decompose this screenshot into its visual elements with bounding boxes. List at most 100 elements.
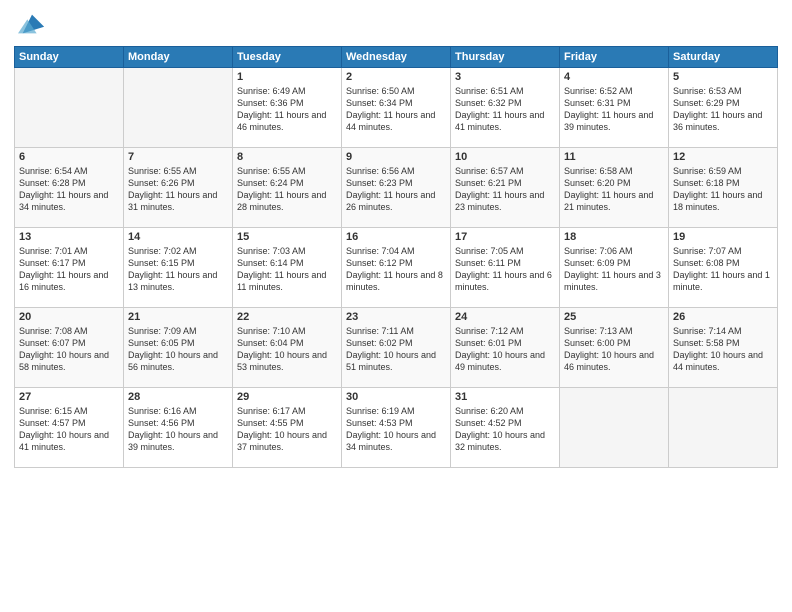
day-number: 8 [237,151,337,163]
calendar-cell: 2 Sunrise: 6:50 AMSunset: 6:34 PMDaylight… [342,68,451,148]
day-info: Sunrise: 7:12 AMSunset: 6:01 PMDaylight:… [455,325,555,374]
day-info: Sunrise: 6:19 AMSunset: 4:53 PMDaylight:… [346,405,446,454]
week-row-5: 27 Sunrise: 6:15 AMSunset: 4:57 PMDayligh… [15,388,778,468]
day-number: 9 [346,151,446,163]
calendar-cell: 12 Sunrise: 6:59 AMSunset: 6:18 PMDayligh… [669,148,778,228]
calendar-cell: 15 Sunrise: 7:03 AMSunset: 6:14 PMDayligh… [233,228,342,308]
day-info: Sunrise: 6:55 AMSunset: 6:26 PMDaylight:… [128,165,228,214]
weekday-header-row: SundayMondayTuesdayWednesdayThursdayFrid… [15,47,778,68]
day-info: Sunrise: 6:16 AMSunset: 4:56 PMDaylight:… [128,405,228,454]
day-number: 12 [673,151,773,163]
calendar-cell [669,388,778,468]
day-info: Sunrise: 7:08 AMSunset: 6:07 PMDaylight:… [19,325,119,374]
day-number: 26 [673,311,773,323]
weekday-header-sunday: Sunday [15,47,124,68]
day-info: Sunrise: 7:14 AMSunset: 5:58 PMDaylight:… [673,325,773,374]
calendar-cell: 23 Sunrise: 7:11 AMSunset: 6:02 PMDayligh… [342,308,451,388]
day-number: 31 [455,391,555,403]
logo-icon [18,10,46,38]
day-info: Sunrise: 6:59 AMSunset: 6:18 PMDaylight:… [673,165,773,214]
day-info: Sunrise: 7:11 AMSunset: 6:02 PMDaylight:… [346,325,446,374]
calendar-table: SundayMondayTuesdayWednesdayThursdayFrid… [14,46,778,468]
logo [14,10,46,38]
day-number: 14 [128,231,228,243]
day-number: 16 [346,231,446,243]
day-number: 17 [455,231,555,243]
day-number: 29 [237,391,337,403]
calendar-cell: 16 Sunrise: 7:04 AMSunset: 6:12 PMDayligh… [342,228,451,308]
day-number: 25 [564,311,664,323]
calendar-cell: 19Sunrise: 7:07 AMSunset: 6:08 PMDayligh… [669,228,778,308]
calendar-cell: 24 Sunrise: 7:12 AMSunset: 6:01 PMDayligh… [451,308,560,388]
weekday-header-wednesday: Wednesday [342,47,451,68]
day-info: Sunrise: 7:05 AMSunset: 6:11 PMDaylight:… [455,245,555,294]
day-info: Sunrise: 6:49 AMSunset: 6:36 PMDaylight:… [237,85,337,134]
day-number: 11 [564,151,664,163]
weekday-header-thursday: Thursday [451,47,560,68]
day-number: 4 [564,71,664,83]
calendar-cell: 30Sunrise: 6:19 AMSunset: 4:53 PMDayligh… [342,388,451,468]
day-info: Sunrise: 6:15 AMSunset: 4:57 PMDaylight:… [19,405,119,454]
calendar-cell: 18 Sunrise: 7:06 AMSunset: 6:09 PMDayligh… [560,228,669,308]
day-info: Sunrise: 6:50 AMSunset: 6:34 PMDaylight:… [346,85,446,134]
calendar-cell: 5 Sunrise: 6:53 AMSunset: 6:29 PMDaylight… [669,68,778,148]
weekday-header-saturday: Saturday [669,47,778,68]
calendar-cell: 28 Sunrise: 6:16 AMSunset: 4:56 PMDayligh… [124,388,233,468]
calendar-cell: 29Sunrise: 6:17 AMSunset: 4:55 PMDayligh… [233,388,342,468]
day-number: 6 [19,151,119,163]
day-number: 7 [128,151,228,163]
calendar-cell: 13Sunrise: 7:01 AMSunset: 6:17 PMDayligh… [15,228,124,308]
calendar-cell: 17 Sunrise: 7:05 AMSunset: 6:11 PMDayligh… [451,228,560,308]
day-number: 22 [237,311,337,323]
calendar-cell: 4 Sunrise: 6:52 AMSunset: 6:31 PMDaylight… [560,68,669,148]
calendar-cell: 27 Sunrise: 6:15 AMSunset: 4:57 PMDayligh… [15,388,124,468]
day-info: Sunrise: 6:57 AMSunset: 6:21 PMDaylight:… [455,165,555,214]
calendar-cell: 1Sunrise: 6:49 AMSunset: 6:36 PMDaylight… [233,68,342,148]
calendar-cell: 7 Sunrise: 6:55 AMSunset: 6:26 PMDaylight… [124,148,233,228]
week-row-3: 13Sunrise: 7:01 AMSunset: 6:17 PMDayligh… [15,228,778,308]
day-info: Sunrise: 6:53 AMSunset: 6:29 PMDaylight:… [673,85,773,134]
day-info: Sunrise: 6:56 AMSunset: 6:23 PMDaylight:… [346,165,446,214]
calendar-cell: 3 Sunrise: 6:51 AMSunset: 6:32 PMDaylight… [451,68,560,148]
day-info: Sunrise: 7:06 AMSunset: 6:09 PMDaylight:… [564,245,664,294]
day-number: 20 [19,311,119,323]
day-info: Sunrise: 7:02 AMSunset: 6:15 PMDaylight:… [128,245,228,294]
day-number: 13 [19,231,119,243]
calendar-cell: 20 Sunrise: 7:08 AMSunset: 6:07 PMDayligh… [15,308,124,388]
calendar-cell [560,388,669,468]
day-number: 24 [455,311,555,323]
day-info: Sunrise: 6:54 AMSunset: 6:28 PMDaylight:… [19,165,119,214]
day-number: 15 [237,231,337,243]
weekday-header-friday: Friday [560,47,669,68]
day-number: 27 [19,391,119,403]
week-row-2: 6 Sunrise: 6:54 AMSunset: 6:28 PMDaylight… [15,148,778,228]
calendar-cell [15,68,124,148]
day-info: Sunrise: 7:03 AMSunset: 6:14 PMDaylight:… [237,245,337,294]
calendar-cell: 21 Sunrise: 7:09 AMSunset: 6:05 PMDayligh… [124,308,233,388]
day-number: 3 [455,71,555,83]
day-number: 10 [455,151,555,163]
day-info: Sunrise: 7:09 AMSunset: 6:05 PMDaylight:… [128,325,228,374]
day-number: 28 [128,391,228,403]
day-number: 23 [346,311,446,323]
day-info: Sunrise: 7:04 AMSunset: 6:12 PMDaylight:… [346,245,446,294]
day-info: Sunrise: 6:55 AMSunset: 6:24 PMDaylight:… [237,165,337,214]
calendar-cell: 26 Sunrise: 7:14 AMSunset: 5:58 PMDayligh… [669,308,778,388]
calendar-cell: 11 Sunrise: 6:58 AMSunset: 6:20 PMDayligh… [560,148,669,228]
calendar-cell: 31Sunrise: 6:20 AMSunset: 4:52 PMDayligh… [451,388,560,468]
calendar-cell [124,68,233,148]
day-number: 18 [564,231,664,243]
day-info: Sunrise: 6:52 AMSunset: 6:31 PMDaylight:… [564,85,664,134]
weekday-header-tuesday: Tuesday [233,47,342,68]
header [14,10,778,38]
day-number: 21 [128,311,228,323]
day-info: Sunrise: 6:58 AMSunset: 6:20 PMDaylight:… [564,165,664,214]
calendar-cell: 14 Sunrise: 7:02 AMSunset: 6:15 PMDayligh… [124,228,233,308]
calendar-cell: 22Sunrise: 7:10 AMSunset: 6:04 PMDayligh… [233,308,342,388]
day-number: 5 [673,71,773,83]
calendar-cell: 25Sunrise: 7:13 AMSunset: 6:00 PMDayligh… [560,308,669,388]
day-info: Sunrise: 6:51 AMSunset: 6:32 PMDaylight:… [455,85,555,134]
week-row-4: 20 Sunrise: 7:08 AMSunset: 6:07 PMDayligh… [15,308,778,388]
calendar-cell: 9 Sunrise: 6:56 AMSunset: 6:23 PMDaylight… [342,148,451,228]
day-number: 2 [346,71,446,83]
